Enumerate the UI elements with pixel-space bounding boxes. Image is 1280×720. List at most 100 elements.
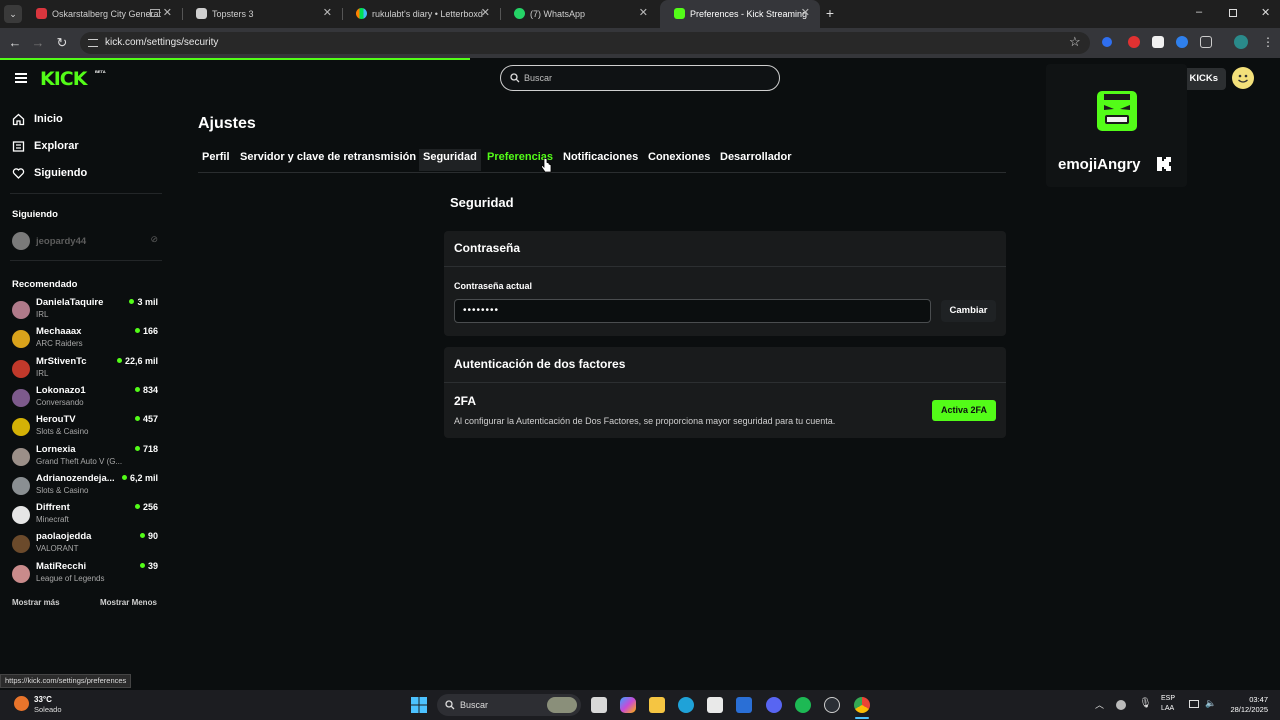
address-bar[interactable]: kick.com/settings/security bbox=[80, 32, 1090, 54]
channel-name: MatiRecchi bbox=[36, 560, 87, 572]
tab-conexiones[interactable]: Conexiones bbox=[644, 149, 714, 171]
recommended-channel[interactable]: Mechaaax ARC Raiders 166 bbox=[12, 326, 160, 352]
tab-seguridad[interactable]: Seguridad bbox=[419, 149, 481, 171]
channel-category: IRL bbox=[36, 310, 49, 319]
browser-tab[interactable]: (7) WhatsApp ✕ bbox=[500, 0, 658, 28]
show-less-link[interactable]: Mostrar Menos bbox=[100, 598, 157, 607]
browser-menu-icon[interactable]: ⋮ bbox=[1262, 35, 1274, 49]
recommended-channel[interactable]: paolaojedda VALORANT 90 bbox=[12, 531, 160, 557]
weather-sun-icon[interactable] bbox=[14, 696, 29, 711]
live-dot-icon bbox=[121, 474, 127, 480]
tray-overflow-icon[interactable]: ︿ bbox=[1095, 698, 1104, 711]
recommended-channel[interactable]: DanielaTaquire IRL 3 mil bbox=[12, 297, 160, 323]
recommended-channel[interactable]: Lokonazo1 Conversando 834 bbox=[12, 385, 160, 411]
channel-category: Minecraft bbox=[36, 515, 69, 525]
search-icon bbox=[445, 700, 455, 710]
menu-icon[interactable] bbox=[15, 73, 27, 83]
extensions-puzzle-icon[interactable] bbox=[1200, 36, 1212, 48]
tab-search-button[interactable]: ⌄ bbox=[4, 5, 22, 23]
taskbar-search[interactable]: Buscar bbox=[437, 694, 581, 716]
close-tab-icon[interactable]: ✕ bbox=[801, 6, 810, 19]
copilot-icon[interactable] bbox=[620, 697, 636, 713]
sidebar-item-siguiendo[interactable]: Siguiendo bbox=[12, 165, 87, 181]
twofa-description: Al configurar la Autenticación de Dos Fa… bbox=[454, 416, 836, 426]
tab-perfil[interactable]: Perfil bbox=[198, 149, 234, 171]
windows-start-icon[interactable] bbox=[411, 697, 427, 713]
microphone-icon[interactable]: 🎙 bbox=[1139, 698, 1152, 709]
live-dot-icon bbox=[134, 416, 140, 422]
channel-category: Slots & Casino bbox=[36, 485, 89, 495]
network-icon[interactable] bbox=[1189, 700, 1199, 708]
enable-2fa-button[interactable]: Activa 2FA bbox=[932, 400, 996, 421]
channel-category: Grand Theft Auto V (G... bbox=[36, 456, 123, 466]
input-region: LAA bbox=[1161, 705, 1175, 712]
chrome-icon[interactable] bbox=[854, 697, 870, 713]
emote-picker-icon[interactable] bbox=[1232, 67, 1254, 89]
volume-icon[interactable]: 🔈 bbox=[1205, 698, 1216, 709]
close-tab-icon[interactable]: ✕ bbox=[323, 6, 332, 19]
channel-category: VALORANT bbox=[36, 544, 79, 554]
extension-icon[interactable] bbox=[1128, 36, 1140, 48]
show-more-link[interactable]: Mostrar más bbox=[12, 598, 60, 607]
search-input[interactable]: Buscar bbox=[500, 65, 780, 91]
channel-name: Mechaaax bbox=[36, 326, 82, 338]
close-tab-icon[interactable]: ✕ bbox=[639, 6, 648, 19]
forward-icon[interactable]: → bbox=[29, 34, 47, 52]
bookmark-star-icon[interactable]: ☆ bbox=[1069, 34, 1081, 50]
recommended-channel[interactable]: Adrianozendeja... Slots & Casino 6,2 mil bbox=[12, 473, 160, 499]
following-channel[interactable]: jeopardy44 ⊘ bbox=[12, 232, 160, 258]
sidebar-item-explorar[interactable]: Explorar bbox=[12, 138, 79, 154]
tab-servidor[interactable]: Servidor y clave de retransmisión bbox=[236, 149, 420, 171]
browser-tab[interactable]: rukulabt's diary • Letterboxd ✕ bbox=[342, 0, 500, 28]
avatar bbox=[12, 359, 30, 378]
file-explorer-icon[interactable] bbox=[649, 697, 665, 713]
live-dot-icon bbox=[134, 504, 140, 510]
new-tab-button[interactable]: + bbox=[822, 5, 838, 21]
task-view-icon[interactable] bbox=[591, 697, 607, 713]
avatar bbox=[12, 301, 30, 319]
recommended-channel[interactable]: Diffrent Minecraft 256 bbox=[12, 502, 160, 528]
spotify-icon[interactable] bbox=[795, 697, 811, 713]
recommended-channel[interactable]: MrStivenTc IRL 22,6 mil bbox=[12, 356, 160, 382]
minimize-button[interactable]: – bbox=[1196, 6, 1202, 18]
viewer-count: 3 mil bbox=[129, 297, 158, 307]
close-window-button[interactable]: ✕ bbox=[1261, 6, 1270, 19]
recommended-channel[interactable]: MatiRecchi League of Legends 39 bbox=[12, 561, 160, 587]
close-tab-icon[interactable]: ✕ bbox=[481, 6, 490, 19]
viewer-count: 22,6 mil bbox=[116, 356, 158, 366]
steam-icon[interactable] bbox=[824, 697, 840, 713]
recommended-channel[interactable]: Lornexia Grand Theft Auto V (G... 718 bbox=[12, 444, 160, 470]
tray-app-icon[interactable] bbox=[1116, 700, 1126, 710]
maximize-button[interactable] bbox=[1229, 9, 1237, 17]
channel-name: paolaojedda bbox=[36, 531, 92, 543]
edge-icon[interactable] bbox=[678, 697, 694, 713]
tab-desarrollador[interactable]: Desarrollador bbox=[716, 149, 796, 171]
kick-logo[interactable]: KICK bbox=[40, 68, 87, 90]
reload-icon[interactable]: ↻ bbox=[53, 34, 71, 52]
extension-icon[interactable] bbox=[1102, 37, 1112, 47]
recommended-channel[interactable]: HerouTV Slots & Casino 457 bbox=[12, 414, 160, 440]
profile-avatar[interactable] bbox=[1234, 35, 1248, 49]
viewer-count: 6,2 mil bbox=[121, 473, 158, 483]
section-title: Seguridad bbox=[450, 195, 514, 210]
offline-icon: ⊘ bbox=[150, 234, 158, 244]
extension-icon[interactable] bbox=[1152, 36, 1164, 48]
discord-icon[interactable] bbox=[766, 697, 782, 713]
browser-tab-active[interactable]: Preferences - Kick Streaming ✕ bbox=[660, 0, 820, 28]
sidebar-item-inicio[interactable]: Inicio bbox=[12, 111, 63, 127]
change-password-button[interactable]: Cambiar bbox=[941, 300, 996, 322]
whatsapp-icon bbox=[514, 8, 525, 19]
input-language[interactable]: ESP bbox=[1161, 695, 1175, 702]
tab-notificaciones[interactable]: Notificaciones bbox=[559, 149, 642, 171]
store-icon[interactable] bbox=[707, 697, 723, 713]
site-info-icon[interactable] bbox=[88, 39, 98, 47]
close-tab-icon[interactable]: ✕ bbox=[163, 6, 172, 19]
kick-icon bbox=[674, 8, 685, 19]
browser-tab[interactable]: Oskarstalberg City Generat ✕ bbox=[22, 0, 182, 28]
mail-icon[interactable] bbox=[736, 697, 752, 713]
clock-time[interactable]: 03:47 bbox=[1218, 695, 1268, 704]
browser-tab[interactable]: Topsters 3 ✕ bbox=[182, 0, 342, 28]
extension-icon[interactable] bbox=[1176, 36, 1188, 48]
current-password-field[interactable]: •••••••• bbox=[454, 299, 931, 323]
back-icon[interactable]: ← bbox=[6, 34, 24, 52]
